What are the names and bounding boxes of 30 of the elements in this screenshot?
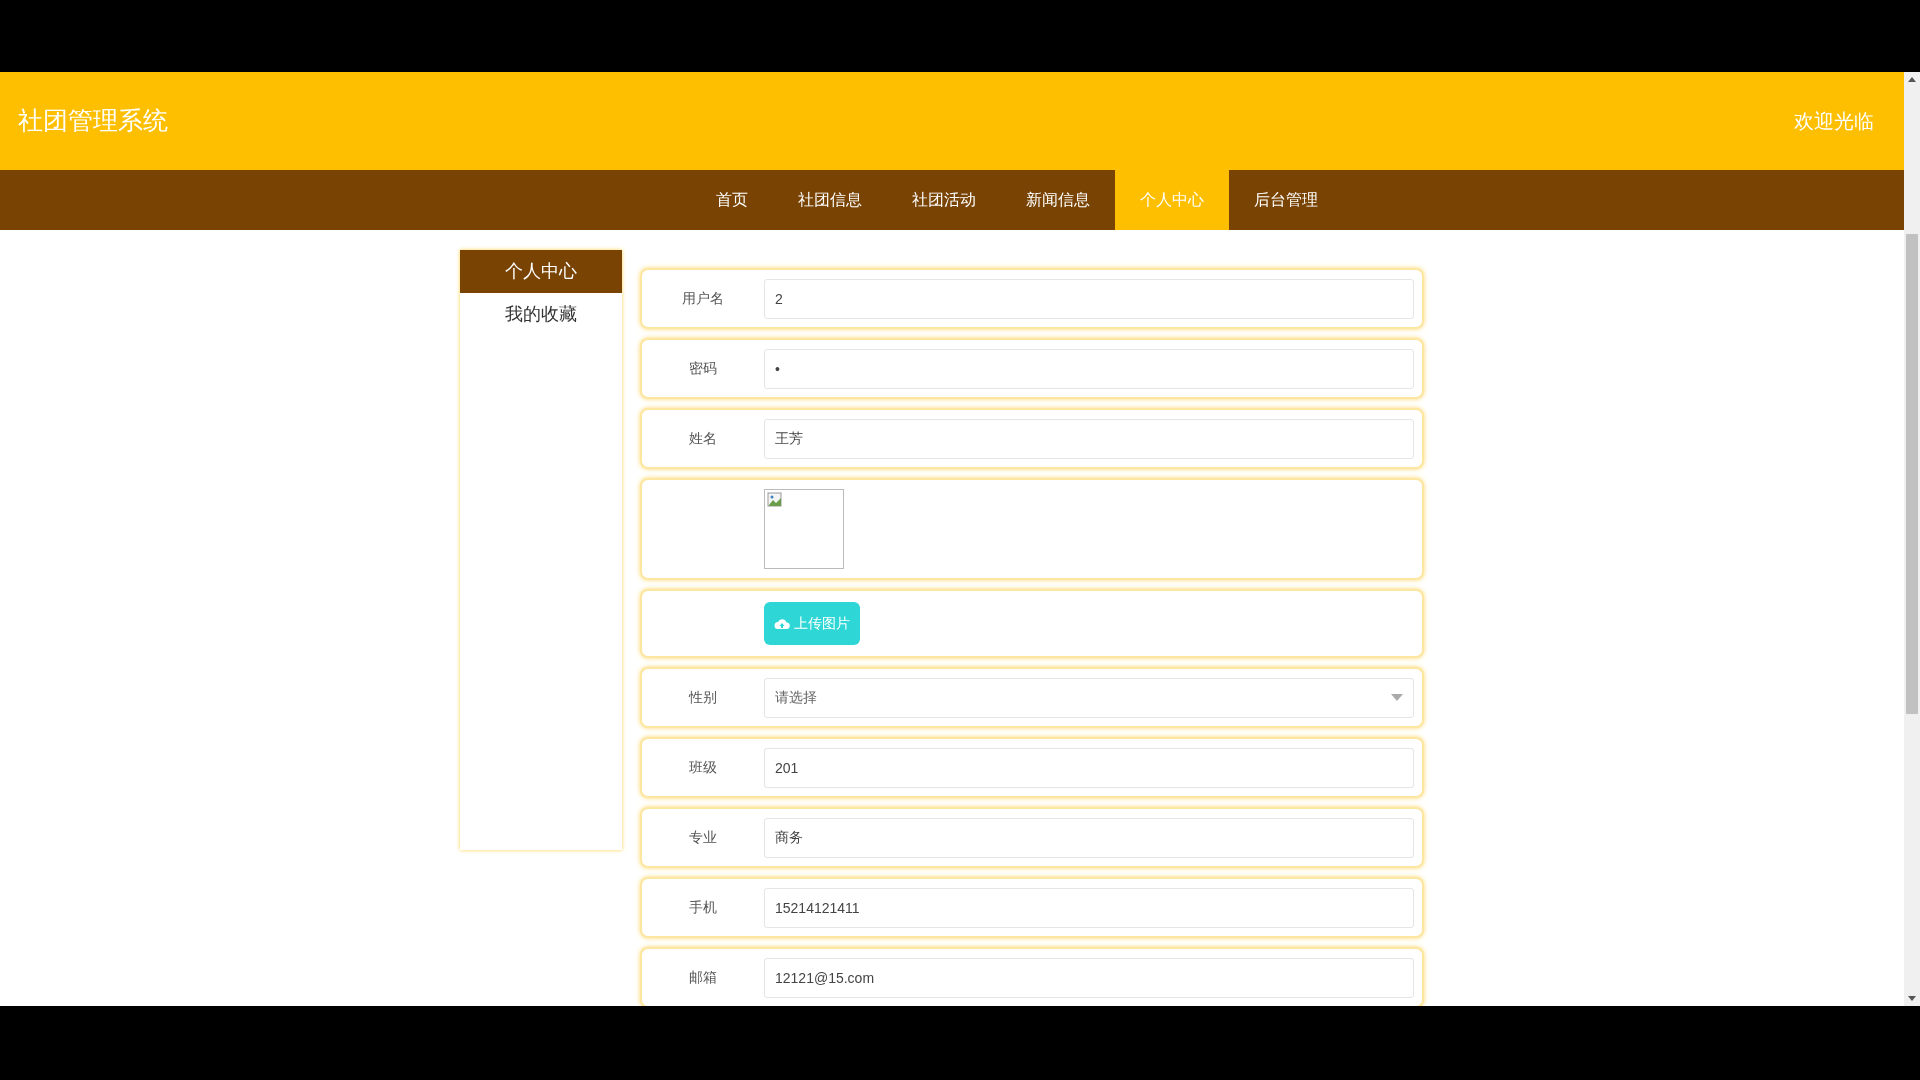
scrollbar-drawing[interactable] bbox=[1904, 72, 1920, 1006]
field-label: 用户名 bbox=[681, 289, 725, 308]
sidebar-item[interactable]: 我的收藏 bbox=[460, 293, 622, 336]
select-placeholder: 请选择 bbox=[775, 688, 817, 707]
sidebar-item[interactable]: 个人中心 bbox=[460, 250, 622, 293]
input-field[interactable]: 15214121411 bbox=[764, 887, 1414, 928]
field-label: 班级 bbox=[688, 758, 718, 777]
cloud-upload-icon bbox=[774, 617, 790, 630]
field-label: 姓名 bbox=[688, 429, 718, 448]
nav-tab[interactable]: 社团信息 bbox=[773, 170, 887, 230]
input-field[interactable]: 2 bbox=[764, 278, 1414, 319]
input-field[interactable]: 商务 bbox=[764, 817, 1414, 858]
select-field[interactable]: 请选择 bbox=[764, 677, 1414, 718]
field-label: 手机 bbox=[688, 898, 718, 917]
field-label: 邮箱 bbox=[688, 968, 718, 987]
welcome-text: 欢迎光临 bbox=[1794, 109, 1874, 134]
input-field[interactable]: 王芳 bbox=[764, 418, 1414, 459]
field-label: 专业 bbox=[688, 828, 718, 847]
nav-tab[interactable]: 后台管理 bbox=[1229, 170, 1343, 230]
nav-tab[interactable]: 新闻信息 bbox=[1001, 170, 1115, 230]
input-field[interactable]: • bbox=[764, 348, 1414, 389]
field-label: 密码 bbox=[688, 359, 718, 378]
input-field[interactable]: 201 bbox=[764, 747, 1414, 788]
nav-tab[interactable]: 首页 bbox=[691, 170, 773, 230]
field-label: 性别 bbox=[687, 688, 718, 707]
broken-image-icon bbox=[764, 489, 844, 569]
site-title: 社团管理系统 bbox=[18, 105, 168, 137]
input-field[interactable]: 12121@15.com bbox=[764, 957, 1414, 998]
caret-icon bbox=[1391, 694, 1403, 701]
nav-tab[interactable]: 社团活动 bbox=[887, 170, 1001, 230]
